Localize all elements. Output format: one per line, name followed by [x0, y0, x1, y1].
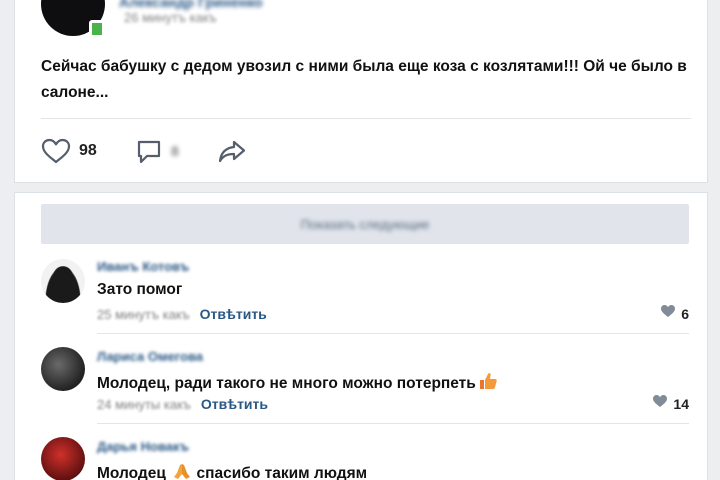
comment-like-button[interactable]: 6 [660, 304, 689, 323]
comment-text-wrapper: Молодец спасибо таким людям [97, 461, 367, 480]
comment-author[interactable]: Иванъ Котовъ [97, 259, 189, 274]
post-card: Александр Гриненко 26 минутъ какъ Сейчас… [14, 0, 708, 183]
comment-item: Иванъ Котовъ Зато помог 25 минутъ какъ О… [41, 253, 689, 334]
comment-text: Молодец [97, 465, 166, 480]
comments-section: Показать следующие Иванъ Котовъ Зато пом… [14, 192, 708, 480]
comment-icon [135, 137, 163, 165]
like-button[interactable]: 98 [41, 136, 97, 166]
comment-author[interactable]: Дарья Новакъ [97, 439, 189, 454]
comment-count: 8 [171, 143, 179, 159]
share-icon [217, 138, 247, 164]
comment-meta: 24 минуты какъ Отвѣтить [97, 395, 268, 413]
praying-hands-icon [172, 461, 192, 480]
comment-button[interactable]: 8 [135, 136, 179, 166]
heart-icon [41, 138, 71, 164]
commenter-avatar[interactable] [41, 259, 85, 303]
commenter-avatar[interactable] [41, 347, 85, 391]
comment-text-wrapper: Молодец, ради такого не много можно поте… [97, 371, 498, 396]
comment-like-button[interactable]: 14 [652, 394, 689, 413]
online-mobile-indicator [89, 20, 105, 38]
show-more-label: Показать следующие [300, 216, 430, 232]
post-text: Сейчас бабушку с дедом увозил с ними был… [41, 58, 687, 101]
comment-like-count: 14 [673, 395, 689, 412]
comment-item: Дарья Новакъ Молодец спасибо таким людям [41, 433, 689, 480]
like-count: 98 [79, 142, 97, 159]
comment-like-count: 6 [681, 305, 689, 322]
post-actions: 98 8 [41, 136, 701, 166]
comment-text: Молодец, ради такого не много можно поте… [97, 375, 476, 392]
share-button[interactable] [217, 136, 247, 166]
comment-author[interactable]: Лариса Омегова [97, 349, 203, 364]
comment-divider [97, 333, 689, 334]
comment-timestamp[interactable]: 24 минуты какъ [97, 397, 191, 412]
show-more-comments-button[interactable]: Показать следующие [41, 204, 689, 244]
reply-link[interactable]: Отвѣтить [201, 396, 268, 412]
post-author-name[interactable]: Александр Гриненко [119, 0, 263, 10]
page: Александр Гриненко 26 минутъ какъ Сейчас… [0, 0, 720, 480]
heart-icon [652, 394, 668, 413]
commenter-avatar[interactable] [41, 437, 85, 480]
post-timestamp[interactable]: 26 минутъ какъ [124, 10, 217, 25]
comment-text: спасибо таким людям [196, 465, 368, 480]
reply-link[interactable]: Отвѣтить [200, 306, 267, 322]
comment-timestamp[interactable]: 25 минутъ какъ [97, 307, 190, 322]
comment-divider [97, 423, 689, 424]
comment-meta: 25 минутъ какъ Отвѣтить [97, 305, 267, 323]
heart-icon [660, 304, 676, 323]
comment-text: Зато помог [97, 281, 183, 298]
post-divider [41, 118, 691, 119]
thumbs-up-icon [478, 371, 498, 396]
comment-item: Лариса Омегова Молодец, ради такого не м… [41, 343, 689, 424]
